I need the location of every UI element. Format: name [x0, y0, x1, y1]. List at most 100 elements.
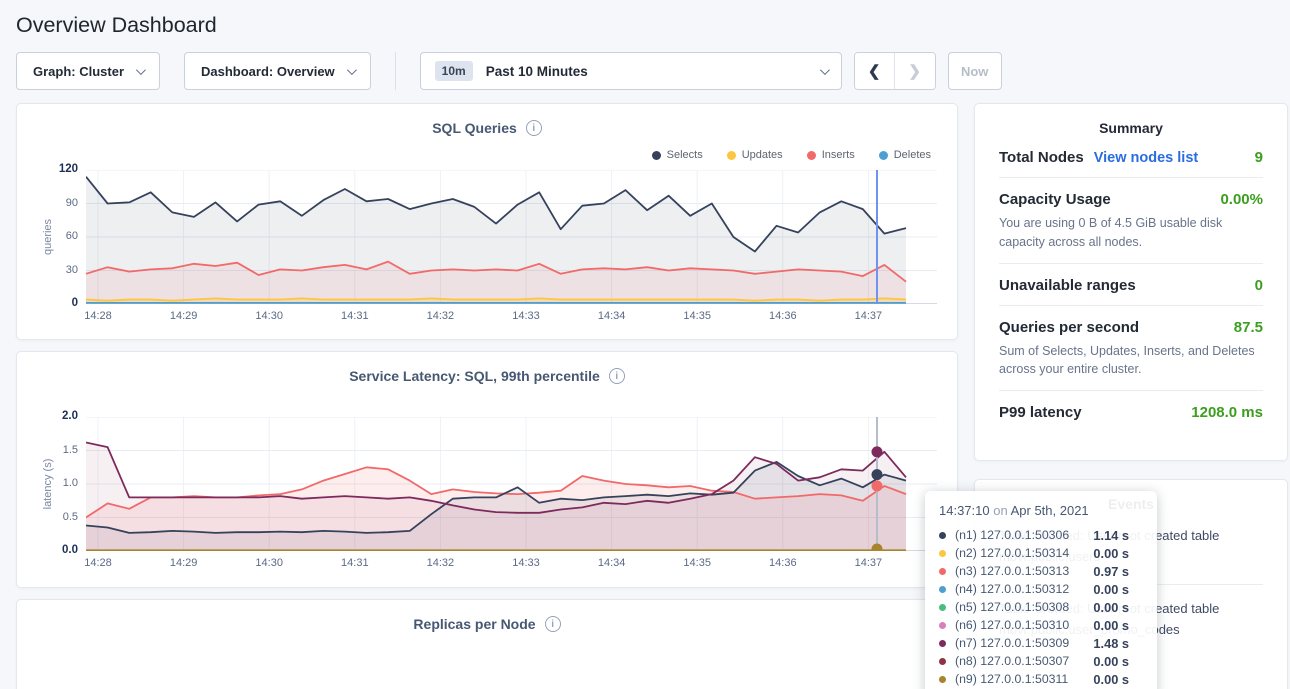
y-axis-tick: 120 — [38, 163, 78, 175]
tooltip-rows: (n1) 127.0.0.1:503061.14 s(n2) 127.0.0.1… — [939, 526, 1143, 688]
summary-row-p99-latency: P99 latency 1208.0 ms — [999, 391, 1263, 432]
dashboard-dropdown-label: Dashboard: Overview — [201, 64, 335, 79]
legend-item-inserts[interactable]: Inserts — [807, 149, 855, 161]
service-latency-plot: latency (s) 0.00.51.01.52.014:2814:2914:… — [86, 417, 937, 551]
view-nodes-list-link[interactable]: View nodes list — [1094, 150, 1199, 166]
dashboard-dropdown[interactable]: Dashboard: Overview — [184, 52, 371, 90]
service-latency-title-row: Service Latency: SQL, 99th percentile i — [17, 352, 957, 384]
summary-value: 9 — [1255, 149, 1263, 166]
summary-row-unavailable-ranges: Unavailable ranges 0 — [999, 264, 1263, 306]
x-axis-tick: 14:29 — [170, 557, 198, 569]
y-axis-tick: 0 — [38, 297, 78, 309]
summary-value: 0.00% — [1220, 191, 1263, 208]
node-dot-icon — [939, 586, 946, 593]
summary-row-capacity-usage: Capacity Usage 0.00% You are using 0 B o… — [999, 178, 1263, 264]
y-axis-tick: 90 — [38, 197, 78, 209]
info-icon[interactable]: i — [526, 120, 542, 136]
legend-dot-icon — [652, 151, 661, 160]
x-axis-tick: 14:31 — [341, 557, 369, 569]
node-dot-icon — [939, 568, 946, 575]
summary-value: 0 — [1255, 277, 1263, 294]
sql-queries-legend: Selects Updates Inserts Deletes — [652, 149, 931, 161]
controls-divider — [395, 52, 396, 90]
time-range-label: Past 10 Minutes — [486, 64, 588, 79]
node-dot-icon — [939, 640, 946, 647]
node-latency-value: 0.00 s — [1093, 600, 1129, 615]
info-icon[interactable]: i — [609, 368, 625, 384]
time-range-badge: 10m — [435, 61, 473, 81]
summary-label: P99 latency — [999, 404, 1082, 421]
graph-dropdown[interactable]: Graph: Cluster — [16, 52, 160, 90]
tooltip-row: (n9) 127.0.0.1:503110.00 s — [939, 670, 1143, 688]
sql-queries-panel: SQL Queries i Selects Updates Inserts Delet… — [16, 103, 958, 340]
summary-label: Queries per second — [999, 319, 1139, 336]
summary-panel: Summary Total Nodes View nodes list 9 Ca… — [974, 103, 1288, 461]
x-axis-tick: 14:32 — [427, 557, 455, 569]
summary-row-total-nodes: Total Nodes View nodes list 9 — [999, 136, 1263, 178]
legend-label: Updates — [742, 149, 783, 161]
y-axis-tick: 1.5 — [38, 444, 78, 456]
legend-item-deletes[interactable]: Deletes — [879, 149, 931, 161]
node-address: (n2) 127.0.0.1:50314 — [955, 546, 1069, 560]
now-button[interactable]: Now — [948, 52, 1002, 90]
tooltip-time: 14:37:10 — [939, 503, 990, 518]
chevron-down-icon — [820, 65, 830, 75]
sql-queries-chart[interactable] — [86, 170, 937, 304]
node-latency-value: 1.48 s — [1093, 636, 1129, 651]
node-address: (n7) 127.0.0.1:50309 — [955, 636, 1069, 650]
info-icon[interactable]: i — [545, 616, 561, 632]
node-dot-icon — [939, 550, 946, 557]
time-next-button[interactable]: ❯ — [895, 53, 935, 89]
tooltip-row: (n4) 127.0.0.1:503120.00 s — [939, 580, 1143, 598]
node-address: (n8) 127.0.0.1:50307 — [955, 654, 1069, 668]
legend-item-selects[interactable]: Selects — [652, 149, 703, 161]
summary-label: Total Nodes — [999, 149, 1084, 166]
overview-dashboard-page: Overview Dashboard Graph: Cluster Dashbo… — [0, 13, 1290, 689]
node-dot-icon — [939, 532, 946, 539]
tooltip-timestamp: 14:37:10 on Apr 5th, 2021 — [939, 503, 1143, 518]
legend-dot-icon — [879, 151, 888, 160]
tooltip-date: Apr 5th, 2021 — [1011, 503, 1089, 518]
replicas-title-row: Replicas per Node i — [17, 600, 957, 632]
node-address: (n5) 127.0.0.1:50308 — [955, 600, 1069, 614]
page-title: Overview Dashboard — [16, 13, 1290, 38]
chevron-down-icon — [136, 65, 146, 75]
node-latency-value: 0.00 s — [1093, 582, 1129, 597]
x-axis-tick: 14:28 — [84, 310, 112, 322]
chart-hover-tooltip: 14:37:10 on Apr 5th, 2021 (n1) 127.0.0.1… — [925, 491, 1157, 689]
legend-label: Selects — [667, 149, 703, 161]
node-latency-value: 0.00 s — [1093, 654, 1129, 669]
x-axis-tick: 14:29 — [170, 310, 198, 322]
summary-value: 87.5 — [1234, 319, 1263, 336]
node-address: (n3) 127.0.0.1:50313 — [955, 564, 1069, 578]
legend-label: Deletes — [894, 149, 931, 161]
tooltip-row: (n7) 127.0.0.1:50309 1.48 s — [939, 634, 1143, 652]
tooltip-row: (n8) 127.0.0.1:50307 0.00 s — [939, 652, 1143, 670]
replicas-per-node-panel: Replicas per Node i — [16, 599, 958, 689]
charts-column: SQL Queries i Selects Updates Inserts Delet… — [16, 103, 958, 689]
legend-dot-icon — [807, 151, 816, 160]
legend-label: Inserts — [822, 149, 855, 161]
node-latency-value: 1.14 s — [1093, 528, 1129, 543]
legend-item-updates[interactable]: Updates — [727, 149, 783, 161]
tooltip-row: (n1) 127.0.0.1:503061.14 s — [939, 526, 1143, 544]
dashboard-controls: Graph: Cluster Dashboard: Overview 10m P… — [16, 52, 1288, 90]
summary-title: Summary — [999, 120, 1263, 136]
node-dot-icon — [939, 658, 946, 665]
node-dot-icon — [939, 604, 946, 611]
sql-queries-title-row: SQL Queries i — [17, 104, 957, 136]
time-pager: ❮ ❯ — [854, 52, 936, 90]
node-latency-value: 0.00 s — [1093, 546, 1129, 561]
time-prev-button[interactable]: ❮ — [855, 53, 895, 89]
summary-label: Capacity Usage — [999, 191, 1111, 208]
x-axis-tick: 14:35 — [683, 310, 711, 322]
summary-description: You are using 0 B of 4.5 GiB usable disk… — [999, 214, 1263, 252]
service-latency-chart[interactable] — [86, 417, 937, 551]
time-range-dropdown[interactable]: 10m Past 10 Minutes — [420, 52, 842, 90]
chart-title: Replicas per Node — [413, 616, 535, 632]
tooltip-row: (n5) 127.0.0.1:50308 0.00 s — [939, 598, 1143, 616]
tooltip-row: (n2) 127.0.0.1:50314 0.00 s — [939, 544, 1143, 562]
x-axis-tick: 14:37 — [855, 310, 883, 322]
x-axis-tick: 14:28 — [84, 557, 112, 569]
node-address: (n6) 127.0.0.1:50310 — [955, 618, 1069, 632]
